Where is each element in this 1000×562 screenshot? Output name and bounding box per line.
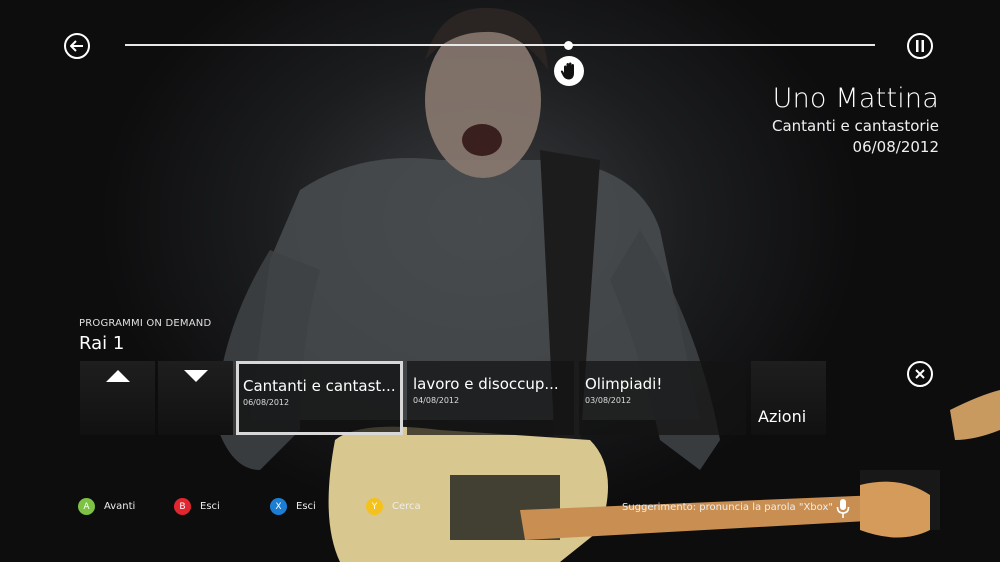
section-label: PROGRAMMI ON DEMAND — [79, 318, 212, 329]
y-button-icon: Y — [366, 498, 383, 515]
actions-button[interactable]: Azioni — [751, 361, 826, 435]
scroll-down-button[interactable] — [158, 361, 233, 435]
episode-tile-selected[interactable]: Cantanti e cantast... 06/08/2012 — [236, 361, 403, 435]
hint-a: A Avanti — [78, 498, 135, 515]
hint-x: X Esci — [270, 498, 316, 515]
episode-tile-date: 04/08/2012 — [413, 396, 460, 405]
controller-hints-bar: A Avanti B Esci X Esci Y Cerca Suggerime… — [0, 498, 1000, 522]
pause-icon — [916, 40, 924, 52]
hint-label: Esci — [200, 501, 220, 512]
episode-date: 06/08/2012 — [852, 138, 939, 156]
now-playing-info: Uno Mattina Cantanti e cantastorie 06/08… — [772, 82, 939, 158]
up-arrow-icon — [105, 370, 130, 382]
microphone-icon — [836, 499, 850, 518]
hand-cursor-icon — [553, 56, 584, 86]
hint-label: Esci — [296, 501, 316, 512]
pause-button[interactable] — [907, 33, 933, 59]
episode-tile-date: 06/08/2012 — [243, 398, 290, 407]
progress-track[interactable] — [125, 44, 875, 46]
episode-tile[interactable]: lavoro e disoccup... 04/08/2012 — [407, 361, 574, 435]
episode-tile-date: 03/08/2012 — [585, 396, 632, 405]
show-title: Uno Mattina — [772, 83, 939, 114]
hint-label: Cerca — [392, 501, 421, 512]
episode-tile-title: Olimpiadi! — [585, 375, 663, 393]
channel-name: Rai 1 — [79, 333, 125, 354]
back-arrow-icon — [70, 40, 83, 52]
voice-hint: Suggerimento: pronuncia la parola "Xbox" — [622, 502, 833, 513]
episode-tile-title: lavoro e disoccup... — [413, 375, 559, 393]
actions-label: Azioni — [758, 407, 807, 426]
progress-knob[interactable] — [563, 41, 573, 50]
hint-label: Avanti — [104, 501, 136, 512]
down-arrow-icon — [183, 370, 208, 382]
a-button-icon: A — [78, 498, 95, 515]
hint-b: B Esci — [174, 498, 220, 515]
close-button[interactable] — [907, 361, 933, 387]
b-button-icon: B — [174, 498, 191, 515]
hint-y: Y Cerca — [366, 498, 421, 515]
back-button[interactable] — [64, 33, 90, 59]
episode-tile-title: Cantanti e cantast... — [243, 377, 396, 395]
scroll-up-button[interactable] — [80, 361, 155, 435]
close-icon — [915, 369, 925, 379]
episode-tile[interactable]: Olimpiadi! 03/08/2012 — [579, 361, 746, 435]
x-button-icon: X — [270, 498, 287, 515]
episode-title: Cantanti e cantastorie — [771, 117, 939, 135]
